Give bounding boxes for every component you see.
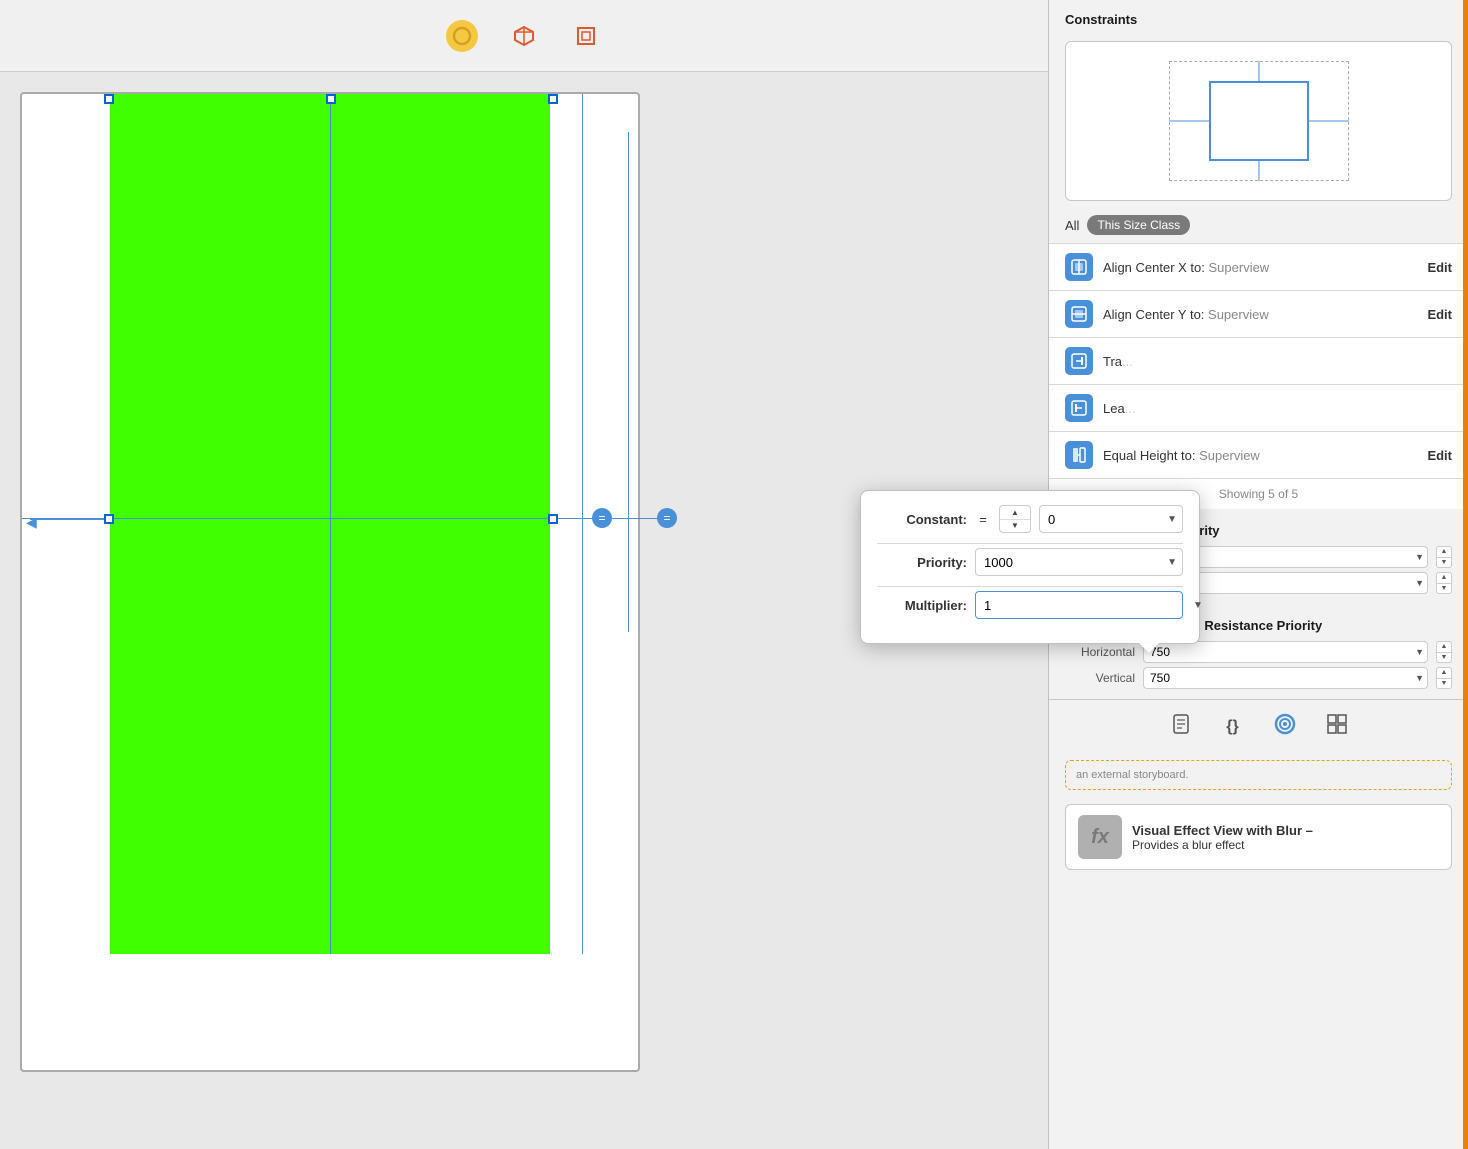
fx-badge: fx [1078, 815, 1122, 859]
constraint-popover: Constant: = ▲ ▼ 0 8 16 ▼ Priority: 1000 … [860, 490, 1200, 644]
popover-divider-1 [877, 543, 1183, 544]
popover-constant-stepper[interactable]: ▲ ▼ [999, 505, 1031, 533]
bottom-tabs: {} [1049, 699, 1468, 754]
file-tab[interactable] [1167, 713, 1195, 741]
popover-multiplier-row: Multiplier: 1 ▼ [877, 591, 1183, 619]
code-tab[interactable]: {} [1219, 718, 1247, 736]
cube-icon[interactable] [508, 20, 540, 52]
bottom-card-title: Visual Effect View with Blur – [1132, 823, 1313, 838]
constraint-row-align-y: Align Center Y to: Superview Edit [1049, 290, 1468, 337]
orange-accent [1463, 0, 1468, 1149]
toolbar [0, 0, 1048, 72]
edit-align-x-button[interactable]: Edit [1427, 260, 1452, 275]
compression-vertical-select-wrapper: 750 1000 250 ▼ [1143, 667, 1428, 689]
constraint-align-y-text: Align Center Y to: Superview [1103, 307, 1417, 322]
constraint-trailing-text: Tra... [1103, 354, 1452, 369]
compression-vertical-stepper[interactable]: ▲ ▼ [1436, 667, 1452, 689]
popover-constant-label: Constant: [877, 512, 967, 527]
hugging-horizontal-stepper[interactable]: ▲ ▼ [1436, 546, 1452, 568]
hugging-vertical-stepper[interactable]: ▲ ▼ [1436, 572, 1452, 594]
constraint-align-x-text: Align Center X to: Superview [1103, 260, 1417, 275]
storyboard-warning: an external storyboard. [1065, 760, 1452, 790]
popover-divider-2 [877, 586, 1183, 587]
tab-all[interactable]: All [1065, 218, 1079, 233]
diagram-line-bottom [1258, 161, 1259, 181]
popover-multiplier-input[interactable]: 1 [975, 591, 1183, 619]
constraint-line-outer-right [628, 132, 629, 632]
equal-badge-2: = [657, 508, 677, 528]
stepper-down-cv[interactable]: ▼ [1437, 679, 1451, 689]
edit-equal-height-button[interactable]: Edit [1427, 448, 1452, 463]
bottom-card: fx Visual Effect View with Blur – Provid… [1065, 804, 1452, 870]
bottom-card-subtitle: Provides a blur effect [1132, 838, 1313, 852]
popover-priority-select[interactable]: 1000 750 250 [975, 548, 1183, 576]
constraint-equal-height-text: Equal Height to: Superview [1103, 448, 1417, 463]
device-frame: ◀ = = [20, 92, 640, 1072]
compression-horizontal-label: Horizontal [1065, 645, 1135, 659]
handle-mid-left[interactable] [104, 514, 114, 524]
handle-top-mid[interactable] [326, 94, 336, 104]
diagram-line-left [1169, 121, 1209, 122]
handle-top-left[interactable] [104, 94, 114, 104]
constraint-line-h-left [30, 519, 104, 520]
grid-tab[interactable] [1323, 713, 1351, 741]
handle-top-right[interactable] [548, 94, 558, 104]
stepper-down-ch[interactable]: ▼ [1437, 653, 1451, 663]
stepper-down[interactable]: ▼ [1437, 558, 1451, 568]
compression-vertical-row: Vertical 750 1000 250 ▼ ▲ ▼ [1065, 667, 1452, 689]
constraint-line-vertical-right [582, 94, 583, 954]
popover-arrow [1139, 643, 1159, 653]
popover-constant-select-wrapper: 0 8 16 ▼ [1039, 505, 1183, 533]
constraint-line-horizontal [22, 518, 662, 519]
circle-tab[interactable] [1271, 712, 1299, 742]
tab-size-class[interactable]: This Size Class [1087, 215, 1190, 235]
trailing-icon [1065, 347, 1093, 375]
popover-eq-sign: = [975, 512, 991, 527]
equal-height-icon [1065, 441, 1093, 469]
constraint-row-align-x: Align Center X to: Superview Edit [1049, 243, 1468, 290]
align-center-x-icon [1065, 253, 1093, 281]
popover-priority-row: Priority: 1000 750 250 ▼ [877, 548, 1183, 576]
stepper-down-v[interactable]: ▼ [1437, 584, 1451, 594]
compression-vertical-label: Vertical [1065, 671, 1135, 685]
stepper-up-ch[interactable]: ▲ [1437, 642, 1451, 653]
bottom-card-text: Visual Effect View with Blur – Provides … [1132, 823, 1313, 852]
constraint-arrow-left: ◀ [26, 514, 37, 531]
frame-icon[interactable] [570, 20, 602, 52]
popover-constant-row: Constant: = ▲ ▼ 0 8 16 ▼ [877, 505, 1183, 533]
diagram-line-top [1258, 61, 1259, 81]
circle-icon[interactable] [446, 20, 478, 52]
constraint-line-vertical-left [330, 94, 331, 954]
constraints-section-label: Constraints [1049, 0, 1468, 33]
stepper-up-v[interactable]: ▲ [1437, 573, 1451, 584]
diagram-box [1209, 81, 1309, 161]
popover-constant-select[interactable]: 0 8 16 [1039, 505, 1183, 533]
leading-icon [1065, 394, 1093, 422]
compression-horizontal-stepper[interactable]: ▲ ▼ [1436, 641, 1452, 663]
compression-horizontal-row: Horizontal 750 1000 250 ▼ ▲ ▼ [1065, 641, 1452, 663]
constraint-leading-text: Lea... [1103, 401, 1452, 416]
stepper-up[interactable]: ▲ [1437, 547, 1451, 558]
popover-priority-select-wrapper: 1000 750 250 ▼ [975, 548, 1183, 576]
constraint-row-trailing: Tra... [1049, 337, 1468, 384]
compression-horizontal-select-wrapper: 750 1000 250 ▼ [1143, 641, 1428, 663]
constraint-row-leading: Lea... [1049, 384, 1468, 431]
edit-align-y-button[interactable]: Edit [1427, 307, 1452, 322]
equal-badge-1: = [592, 508, 612, 528]
compression-vertical-select[interactable]: 750 1000 250 [1143, 667, 1428, 689]
constraints-diagram [1065, 41, 1452, 201]
constraint-row-equal-height: Equal Height to: Superview Edit [1049, 431, 1468, 478]
filter-tabs: All This Size Class [1049, 209, 1468, 243]
popover-stepper-up[interactable]: ▲ [1000, 506, 1030, 520]
popover-priority-label: Priority: [877, 555, 967, 570]
diagram-line-right [1309, 121, 1349, 122]
stepper-up-cv[interactable]: ▲ [1437, 668, 1451, 679]
handle-mid-right[interactable] [548, 514, 558, 524]
compression-horizontal-select[interactable]: 750 1000 250 [1143, 641, 1428, 663]
popover-stepper-down[interactable]: ▼ [1000, 520, 1030, 533]
align-center-y-icon [1065, 300, 1093, 328]
popover-multiplier-label: Multiplier: [877, 598, 967, 613]
